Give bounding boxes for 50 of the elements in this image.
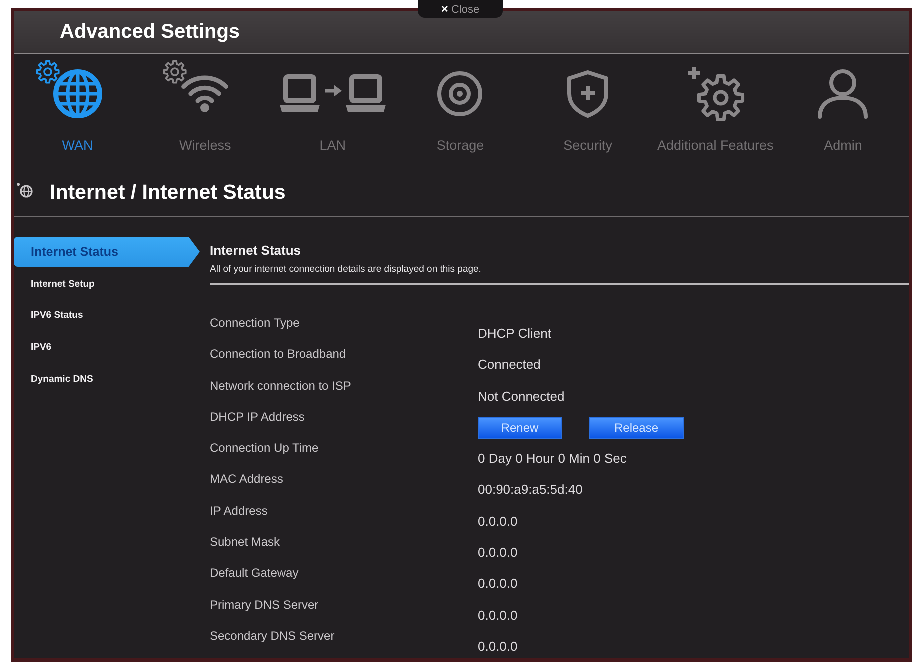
action-button[interactable]: Release [589,416,684,439]
breadcrumb: Internet / Internet Status [50,181,286,205]
sidebar-item[interactable]: Internet Status [14,237,200,267]
field-label: Subnet Mask [210,534,280,550]
sidebar-item[interactable]: IPV6 Status [14,300,200,332]
field-label: Secondary DNS Server [210,628,335,644]
nav-tab[interactable]: Admin [817,54,870,154]
field-label: Connection Type [210,315,300,331]
window-title: Advanced Settings [60,20,240,44]
disc-icon [437,71,484,117]
nav-tab[interactable]: Storage [436,54,484,154]
gear-icon [36,60,60,84]
field-value: 0 Day 0 Hour 0 Min 0 Sec [478,451,627,468]
sidebar-item[interactable]: Dynamic DNS [14,363,200,395]
nav-tab[interactable]: Security [564,54,612,154]
action-button[interactable]: Renew [478,416,562,439]
field-label: Network connection to ISP [210,378,352,394]
field-label: DHCP IP Address [210,408,305,425]
section-title: Internet Status [210,243,302,259]
field-value: 0.0.0.0 [478,608,518,624]
section-description: All of your internet connection details are displayed on this page. [210,264,482,275]
field-value: DHCP Client [478,326,552,342]
field-value: 0.0.0.0 [478,576,518,592]
sidebar-item[interactable]: Internet Setup [14,268,200,300]
field-label: IP Address [210,502,268,519]
nav-tab[interactable]: Additional Features [657,54,774,154]
user-icon [817,69,870,119]
field-label: Connection Up Time [210,440,319,456]
field-label: Default Gateway [210,565,299,582]
sidebar-item[interactable]: IPV6 [14,332,200,364]
globe-icon [17,182,33,198]
nav-tab[interactable]: LAN [278,54,387,154]
laptops-icon [278,74,387,114]
field-value: 0.0.0.0 [478,545,518,562]
shield-icon [566,70,610,118]
globe-icon [52,69,103,119]
field-value: Not Connected [478,388,565,405]
field-label: MAC Address [210,471,284,488]
gear-icon [163,60,188,84]
nav-tab[interactable]: Wireless [162,54,248,154]
field-value: 00:90:a9:a5:5d:40 [478,482,583,498]
field-value: Connected [478,357,541,374]
nav-tab[interactable]: WAN [34,54,121,154]
field-value: 0.0.0.0 [478,638,518,655]
field-label: Connection to Broadband [210,346,346,362]
close-button[interactable]: × Close [418,0,503,18]
field-value: 0.0.0.0 [478,514,518,530]
gear-plus-icon [686,66,745,122]
wifi-icon [180,74,230,114]
field-label: Primary DNS Server [210,596,319,613]
